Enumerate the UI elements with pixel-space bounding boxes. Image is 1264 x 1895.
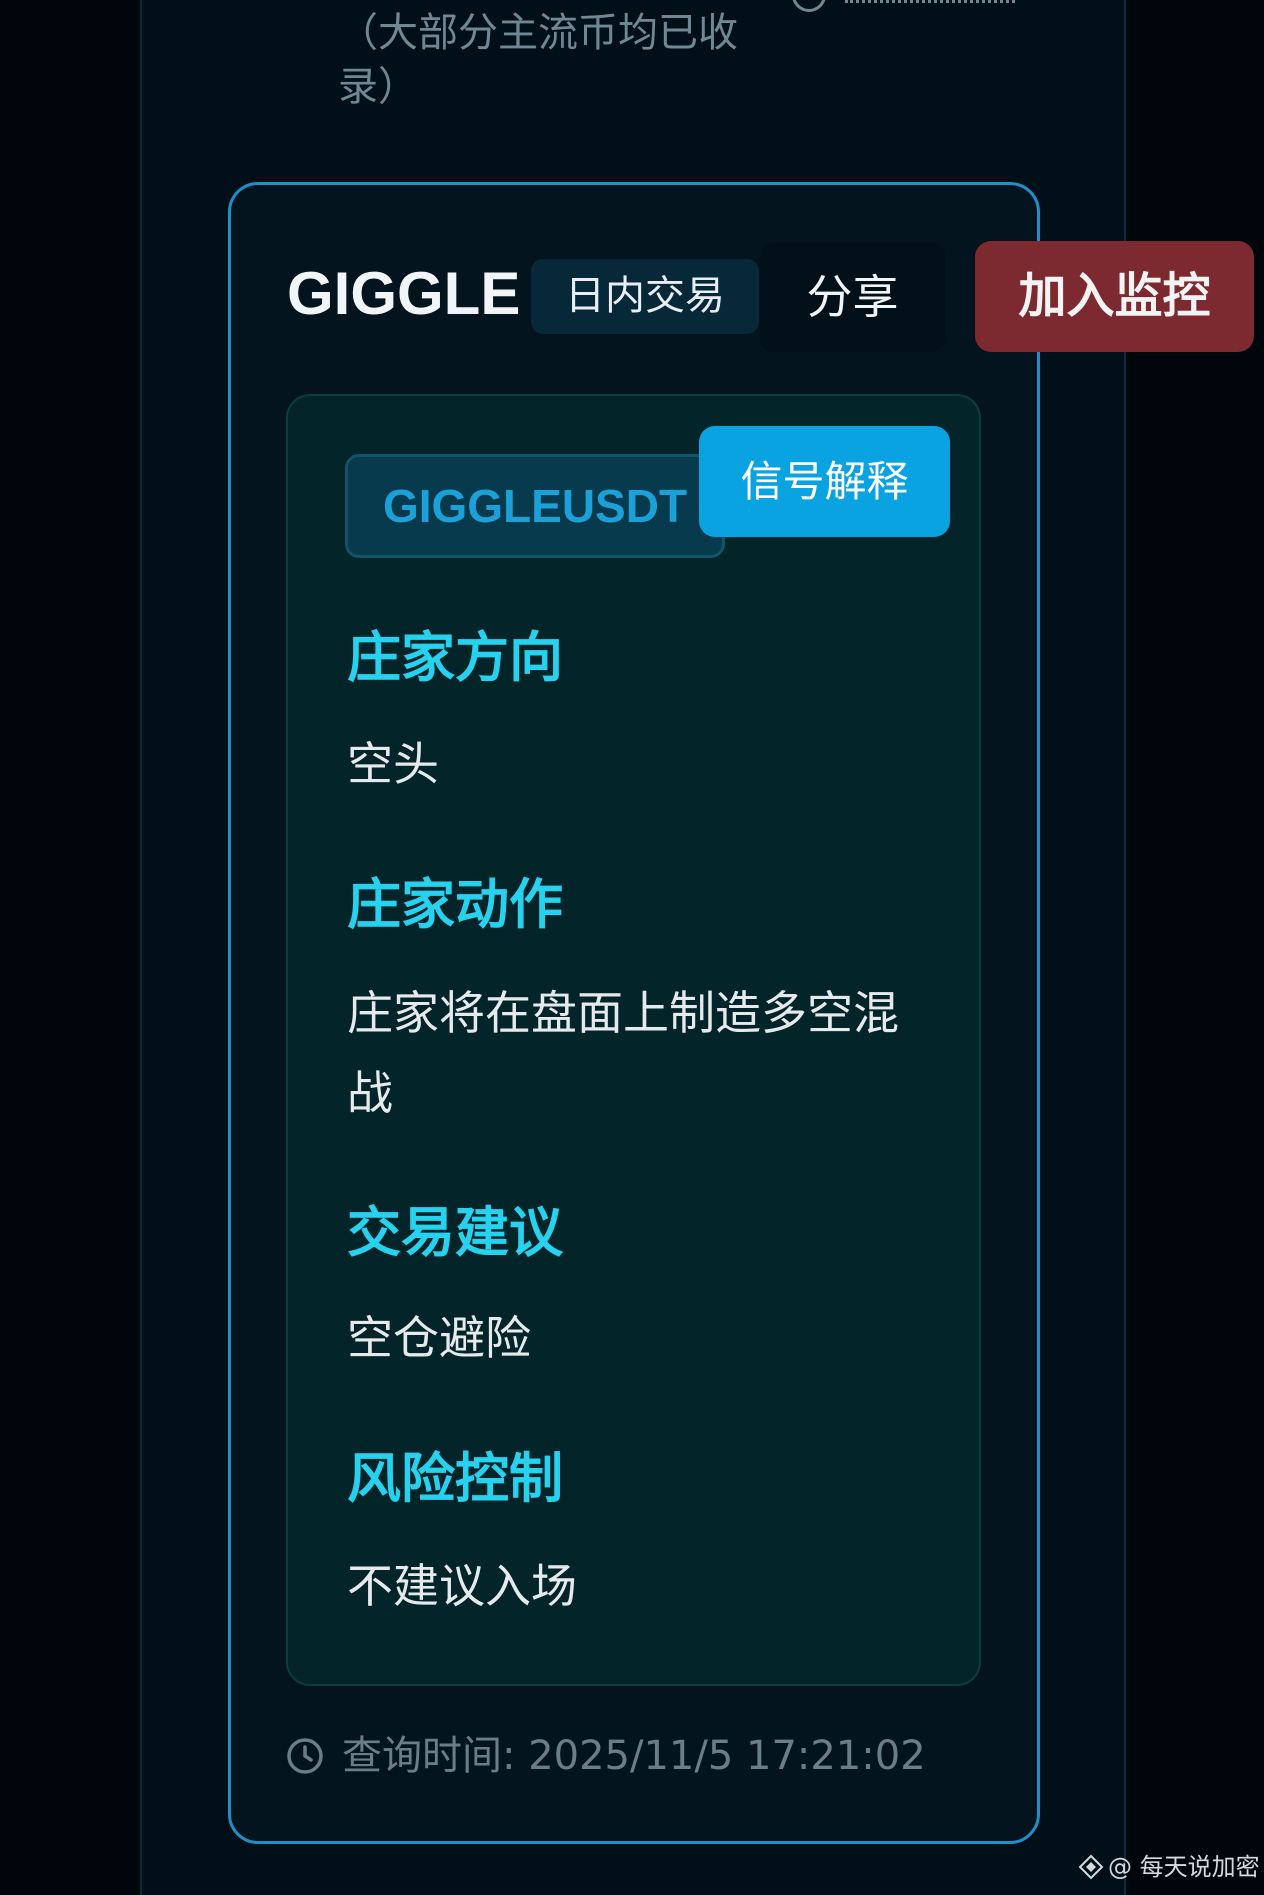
clock-icon [287,1738,323,1774]
section-heading-action: 庄家动作 [347,873,563,936]
section-heading-direction: 庄家方向 [347,626,563,689]
signal-explain-button[interactable]: 信号解释 [699,426,950,537]
watermark-text: @ 每天说加密 [1108,1853,1260,1881]
previous-card-link[interactable] [845,0,1015,3]
query-time-text: 查询时间: 2025/11/5 17:21:02 [342,1733,926,1779]
section-heading-risk: 风险控制 [347,1447,563,1510]
section-heading-advice: 交易建议 [347,1201,563,1264]
share-button[interactable]: 分享 [760,242,945,352]
add-monitor-button[interactable]: 加入监控 [975,241,1254,352]
section-value-action: 庄家将在盘面上制造多空混战 [347,986,899,1120]
section-value-risk: 不建议入场 [347,1559,577,1613]
section-value-direction: 空头 [347,737,439,791]
section-value-advice: 空仓避险 [347,1311,531,1365]
previous-card-note: （大部分主流币均已收录） [338,10,738,110]
query-time-row: 查询时间: 2025/11/5 17:21:02 [286,1728,926,1784]
watermark: @ 每天说加密 [1078,1850,1260,1884]
binance-square-icon [1078,1854,1104,1880]
coin-title: GIGGLE [287,260,521,327]
trade-type-tag: 日内交易 [531,259,759,334]
symbol-badge: GIGGLEUSDT [345,454,725,558]
